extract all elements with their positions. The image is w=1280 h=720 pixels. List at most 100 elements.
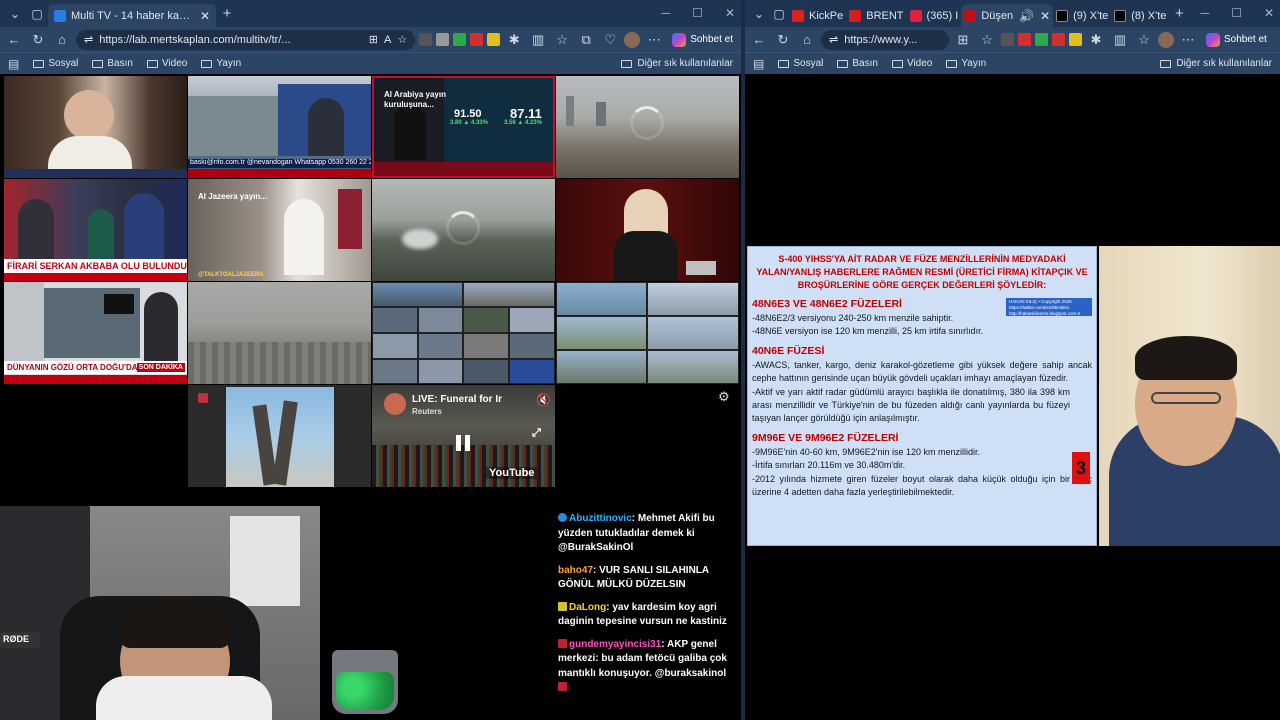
other-favorites[interactable]: Diğer sık kullanılanlar xyxy=(1160,58,1272,69)
tv-cell-7[interactable] xyxy=(372,179,555,281)
extension-icon[interactable] xyxy=(1069,33,1082,46)
extension-icon[interactable] xyxy=(487,33,501,46)
fullscreen-icon[interactable]: ⤢ xyxy=(532,427,541,440)
favorites-icon[interactable]: ☆ xyxy=(552,30,572,50)
split-screen-icon[interactable]: ▥ xyxy=(1110,30,1130,50)
tab-kickpe[interactable]: KickPe xyxy=(789,4,846,27)
tv-cell-8[interactable] xyxy=(556,179,739,281)
maximize-icon[interactable]: ☐ xyxy=(692,6,703,20)
new-tab-icon[interactable]: + xyxy=(1169,5,1189,22)
minimize-icon[interactable]: ─ xyxy=(1201,6,1210,20)
user-badge-icon xyxy=(558,601,567,611)
streamer-webcam: RØDE xyxy=(0,506,320,720)
back-icon[interactable]: ← xyxy=(4,30,24,50)
tv-cell-9[interactable]: DÜNYANIN GÖZÜ ORTA DOĞU'DA SON DAKİKA xyxy=(4,282,187,384)
home-icon[interactable]: ⌂ xyxy=(797,30,817,50)
bookmark-folder-video[interactable]: Video xyxy=(146,58,187,69)
bookmark-folder-yayin[interactable]: Yayın xyxy=(201,58,241,69)
tv-cell-1[interactable] xyxy=(4,76,187,178)
extension-icon[interactable] xyxy=(436,33,450,46)
app-available-icon[interactable]: ⊞ xyxy=(953,30,973,50)
profile-avatar[interactable] xyxy=(1158,31,1174,48)
tv-cell-13[interactable] xyxy=(188,385,371,487)
channel-avatar xyxy=(384,393,406,415)
tv-cell-4[interactable] xyxy=(556,76,739,178)
workspaces-icon[interactable]: ▢ xyxy=(26,7,48,21)
bookmark-folder-video[interactable]: Video xyxy=(891,58,932,69)
tv-cell-11[interactable] xyxy=(372,282,555,384)
more-menu-icon[interactable]: ⋯ xyxy=(644,30,664,50)
close-tab-icon[interactable]: ✕ xyxy=(200,9,210,23)
extension-icon[interactable] xyxy=(1018,33,1031,46)
extension-icon[interactable] xyxy=(419,33,433,46)
bookmarks-menu-icon[interactable]: ▤ xyxy=(753,57,764,71)
loading-spinner xyxy=(446,211,480,245)
tab-playing-audio-icon[interactable]: 🔊 xyxy=(1019,9,1034,23)
bookmark-folder-sosyal[interactable]: Sosyal xyxy=(33,58,78,69)
extension-icon[interactable] xyxy=(1001,33,1014,46)
app-available-icon[interactable]: ⊞ xyxy=(369,33,378,46)
youtube-logo-icon[interactable]: YouTube xyxy=(486,467,538,479)
tab-youtube[interactable]: (365) I xyxy=(907,4,962,27)
other-favorites[interactable]: Diğer sık kullanılanlar xyxy=(621,58,733,69)
tab-x-9[interactable]: (9) X'te xyxy=(1053,4,1111,27)
bookmark-folder-basin[interactable]: Basın xyxy=(92,58,133,69)
address-bar[interactable]: ⇌ https://www.y... xyxy=(821,29,949,50)
profile-avatar[interactable] xyxy=(624,31,641,48)
extensions-puzzle-icon[interactable]: ✱ xyxy=(1086,30,1106,50)
tv-cell-12[interactable] xyxy=(556,282,739,384)
copilot-button[interactable]: Sohbet et xyxy=(668,32,737,47)
back-icon[interactable]: ← xyxy=(749,30,769,50)
bookmarks-menu-icon[interactable]: ▤ xyxy=(8,57,19,71)
home-icon[interactable]: ⌂ xyxy=(52,30,72,50)
extension-icon[interactable] xyxy=(453,33,467,46)
bookmark-folder-sosyal[interactable]: Sosyal xyxy=(778,58,823,69)
copilot-button[interactable]: Sohbet et xyxy=(1202,32,1271,47)
workspaces-icon[interactable]: ▢ xyxy=(769,7,789,21)
refresh-icon[interactable]: ↻ xyxy=(773,30,793,50)
settings-gear-icon[interactable]: ⚙ xyxy=(718,389,730,405)
mic-label: RØDE xyxy=(0,632,40,648)
tab-actions-icon[interactable]: ⌄ xyxy=(749,7,769,21)
mute-icon[interactable]: 🔇 xyxy=(536,393,551,407)
tab-multitv[interactable]: Multi TV - 14 haber kanalını aynı anda i… xyxy=(48,4,216,27)
extension-icon[interactable] xyxy=(1052,33,1065,46)
tab-dusen[interactable]: Düşen 🔊 ✕ xyxy=(961,4,1054,27)
tv-cell-2[interactable]: baskı@nfo.com.tr @nevandogan Whatsapp 05… xyxy=(188,76,371,178)
minimize-icon[interactable]: ─ xyxy=(662,6,671,20)
favorite-star-icon[interactable]: ☆ xyxy=(977,30,997,50)
favorites-icon[interactable]: ☆ xyxy=(1134,30,1154,50)
refresh-icon[interactable]: ↻ xyxy=(28,30,48,50)
tv-cell-5[interactable]: FİRARİ SERKAN AKBABA OLU BULUNDU xyxy=(4,179,187,281)
maximize-icon[interactable]: ☐ xyxy=(1231,6,1242,20)
pause-icon[interactable] xyxy=(456,435,470,451)
collections-icon[interactable]: ⧉ xyxy=(576,30,596,50)
bookmark-folder-yayin[interactable]: Yayın xyxy=(946,58,986,69)
site-info-icon[interactable]: ⇌ xyxy=(84,33,93,46)
address-bar[interactable]: ⇌ https://lab.mertskaplan.com/multitv/tr… xyxy=(76,29,416,50)
split-screen-icon[interactable]: ▥ xyxy=(528,30,548,50)
user-badge-icon xyxy=(558,513,567,522)
more-menu-icon[interactable]: ⋯ xyxy=(1178,30,1198,50)
extension-icon[interactable] xyxy=(470,33,484,46)
tv-cell-10[interactable] xyxy=(188,282,371,384)
close-window-icon[interactable]: ✕ xyxy=(1264,6,1274,20)
tab-actions-icon[interactable]: ⌄ xyxy=(4,7,26,21)
browser-essentials-icon[interactable]: ♡ xyxy=(600,30,620,50)
tv-cell-14-youtube[interactable]: LIVE: Funeral for Ir Reuters 🔇 YouTube ⤢ xyxy=(372,385,555,487)
tv-cell-6[interactable]: Al Jazeera yayın... @TALKTOALJAZEERA xyxy=(188,179,371,281)
extensions-puzzle-icon[interactable]: ✱ xyxy=(504,30,524,50)
site-info-icon[interactable]: ⇌ xyxy=(829,33,838,46)
tv-cell-3[interactable]: Al Arabiya yayın kuruluşuna... 91.50 87.… xyxy=(372,76,555,178)
extension-icon[interactable] xyxy=(1035,33,1048,46)
close-tab-icon[interactable]: ✕ xyxy=(1040,9,1050,23)
copilot-icon xyxy=(1206,32,1220,47)
bookmark-folder-basin[interactable]: Basın xyxy=(837,58,878,69)
tab-x-8[interactable]: (8) X'te xyxy=(1111,4,1169,27)
tab-brent[interactable]: BRENT xyxy=(846,4,906,27)
new-tab-icon[interactable]: + xyxy=(216,5,238,22)
close-window-icon[interactable]: ✕ xyxy=(725,6,735,20)
anchor-face xyxy=(64,90,114,140)
read-aloud-icon[interactable]: A xyxy=(384,34,391,46)
favorite-star-icon[interactable]: ☆ xyxy=(397,33,407,46)
